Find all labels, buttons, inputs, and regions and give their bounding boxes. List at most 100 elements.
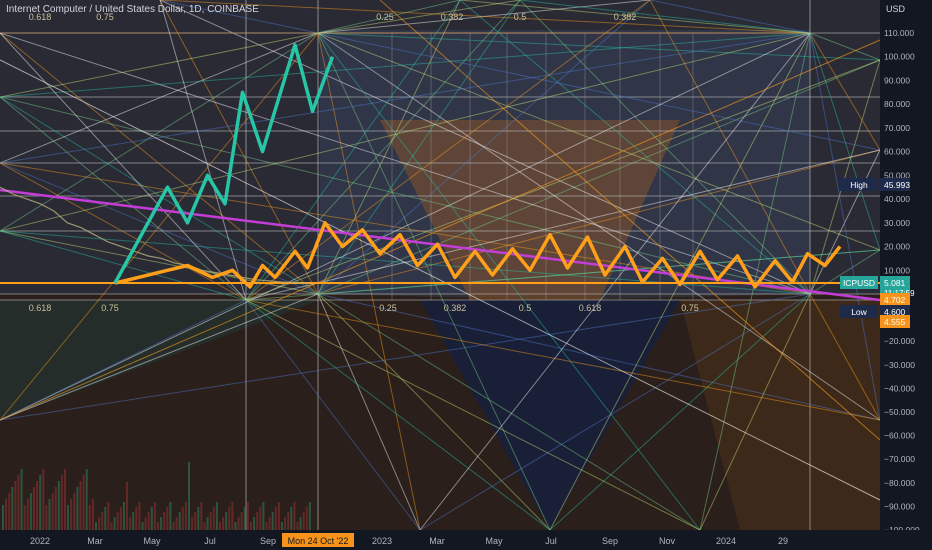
volume-bar	[302, 512, 305, 530]
volume-bar	[17, 475, 20, 530]
y-axis-unit: USD	[886, 4, 906, 14]
volume-bar	[14, 481, 17, 530]
volume-bar	[107, 502, 110, 530]
volume-bar	[82, 475, 85, 530]
volume-bar	[166, 507, 169, 530]
volume-bar	[296, 522, 299, 530]
volume-bar	[175, 517, 178, 530]
chart-root[interactable]: 0.618 0.75 0.25 0.382 0.5 0.382 0.618 0.75 0.25 0…	[0, 0, 932, 550]
x-tick-label: Sep	[602, 536, 618, 546]
volume-bar	[110, 522, 113, 530]
current-price-label-value: 5.081	[884, 278, 906, 288]
volume-bar	[293, 502, 296, 530]
volume-bar	[2, 505, 4, 530]
volume-bar	[91, 499, 94, 530]
y-tick-label: 20.000	[884, 242, 910, 252]
fib-label-bottom: 0.382	[444, 303, 467, 313]
volume-bar	[256, 512, 259, 530]
volume-bar	[157, 522, 159, 530]
volume-bar	[54, 487, 57, 530]
x-tick-label: 2023	[372, 536, 392, 546]
volume-bar	[113, 517, 116, 530]
x-tick-label: Mar	[87, 536, 103, 546]
volume-bar	[129, 517, 132, 530]
volume-bar	[23, 505, 26, 530]
x-tick-label: 2022	[30, 536, 50, 546]
volume-bar	[141, 522, 144, 530]
y-tick-label: 40.000	[884, 194, 910, 204]
y-tick-label: −70.000	[884, 454, 915, 464]
volume-bar	[290, 507, 293, 530]
x-tick-label: May	[485, 536, 503, 546]
x-axis-bg	[0, 530, 932, 550]
volume-bar	[11, 487, 14, 530]
y-tick-label: 110.000	[884, 28, 914, 38]
volume-bar	[116, 512, 119, 530]
volume-bar	[284, 517, 287, 530]
x-tick-label: May	[143, 536, 161, 546]
volume-bar	[265, 522, 268, 530]
volume-bar	[36, 481, 39, 530]
volume-bar	[88, 505, 91, 530]
volume-bar	[76, 487, 79, 530]
volume-bar	[200, 502, 203, 530]
x-tick-label: Sep	[260, 536, 276, 546]
fib-label-bottom: 0.75	[681, 303, 699, 313]
volume-bar	[8, 493, 11, 530]
volume-bar	[67, 505, 70, 530]
volume-bar	[240, 512, 243, 530]
chart-svg[interactable]: 0.618 0.75 0.25 0.382 0.5 0.382 0.618 0.75 0.25 0…	[0, 0, 932, 550]
x-tick-label: Jul	[204, 536, 216, 546]
fib-label-0382b: 0.382	[614, 12, 637, 22]
volume-bar	[57, 481, 60, 530]
volume-bar	[222, 517, 225, 530]
volume-bar	[231, 502, 234, 530]
volume-bar	[184, 502, 187, 530]
volume-bar	[48, 499, 51, 530]
volume-bar	[194, 512, 197, 530]
volume-bar	[237, 517, 240, 530]
y-tick-label: 100.000	[884, 52, 915, 62]
volume-bar	[246, 502, 249, 530]
volume-bar	[29, 493, 32, 530]
y-tick-label: −80.000	[884, 478, 915, 488]
volume-bar	[209, 512, 212, 530]
volume-bar	[104, 507, 107, 530]
volume-bar	[45, 505, 48, 530]
volume-bar	[253, 517, 256, 530]
volume-bar	[188, 462, 190, 530]
fib-label-bottom: 0.618	[579, 303, 602, 313]
volume-bar	[135, 507, 138, 530]
volume-bar	[98, 517, 101, 530]
y-tick-label: 30.000	[884, 218, 910, 228]
y-tick-label: 60.000	[884, 147, 910, 157]
y-tick-label: −90.000	[884, 501, 915, 511]
volume-bar	[228, 507, 231, 530]
volume-bar	[147, 512, 150, 530]
crosshair-date-label: Mon 24 Oct '22	[288, 536, 349, 546]
x-tick-label: Mar	[429, 536, 445, 546]
volume-bar	[33, 487, 35, 530]
volume-bar	[122, 502, 125, 530]
volume-bar	[305, 507, 308, 530]
volume-bar	[79, 481, 82, 530]
volume-bar	[126, 482, 128, 530]
volume-bar	[259, 507, 262, 530]
y-tick-label: 10.000	[884, 265, 910, 275]
fib-label-bottom: 0.75	[101, 303, 119, 313]
volume-bar	[219, 522, 221, 530]
volume-bar	[197, 507, 200, 530]
x-tick-label: 2024	[716, 536, 736, 546]
fib-label-0382: 0.382	[441, 12, 464, 22]
volume-bar	[212, 507, 215, 530]
volume-bar	[178, 512, 181, 530]
volume-bar	[153, 502, 156, 530]
volume-bar	[64, 469, 66, 530]
volume-bar	[308, 502, 311, 530]
volume-bar	[20, 469, 23, 530]
volume-bar	[163, 512, 166, 530]
volume-bar	[95, 522, 97, 530]
y-tick-label: 80.000	[884, 99, 910, 109]
volume-bar	[119, 507, 122, 530]
volume-bar	[60, 475, 63, 530]
